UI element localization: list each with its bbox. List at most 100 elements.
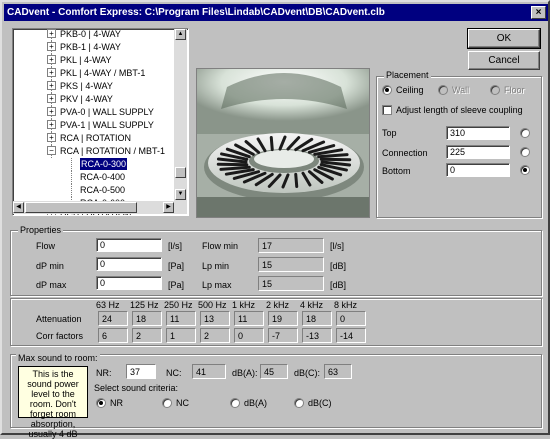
octave-cell: -7 — [268, 328, 298, 343]
connection-input[interactable]: 225 — [446, 145, 510, 159]
tree-connector-line — [71, 171, 72, 184]
criteria-dba-radio[interactable] — [230, 398, 240, 408]
tree-item-label: RCA | ROTATION — [60, 132, 131, 144]
bottom-input[interactable]: 0 — [446, 163, 510, 177]
expand-icon[interactable]: + — [47, 42, 56, 51]
expand-icon[interactable]: + — [47, 107, 56, 116]
tree-connector-line — [71, 158, 72, 171]
octave-cell: -14 — [336, 328, 366, 343]
sound-legend: Max sound to room: — [16, 352, 100, 364]
bottom-radio[interactable] — [520, 165, 530, 175]
adjust-sleeve-label: Adjust length of sleeve coupling — [396, 104, 523, 116]
lp-min-value: 15 — [258, 257, 324, 272]
diffuser-slot — [296, 174, 297, 186]
criteria-nr-label: NR — [110, 397, 123, 409]
expand-icon[interactable]: + — [47, 81, 56, 90]
product-image — [196, 68, 370, 218]
octave-cell: -13 — [302, 328, 332, 343]
band-header: 500 Hz — [198, 299, 227, 311]
expand-icon[interactable]: + — [47, 55, 56, 64]
octave-cell: 2 — [200, 328, 230, 343]
octave-cell: 0 — [234, 328, 264, 343]
tree-vertical-scrollbar[interactable]: ▲ ▼ — [174, 29, 187, 201]
octave-cell: 19 — [268, 311, 298, 326]
wall-label: Wall — [452, 84, 469, 96]
scroll-up-button[interactable]: ▲ — [175, 29, 186, 40]
tree-item-label: PKB-1 | 4-WAY — [60, 41, 121, 53]
ceiling-radio[interactable] — [382, 85, 392, 95]
nr-value: 37 — [126, 364, 156, 379]
tree-connector-line — [71, 184, 72, 197]
top-label: Top — [382, 127, 397, 139]
flow-input[interactable]: 0 — [96, 238, 162, 252]
horizontal-scroll-thumb[interactable] — [25, 202, 137, 213]
expand-icon[interactable]: + — [47, 68, 56, 77]
adjust-sleeve-checkbox[interactable] — [382, 105, 392, 115]
properties-legend: Properties — [18, 225, 63, 235]
dp-max-unit: [Pa] — [168, 279, 184, 291]
criteria-dbc-label: dB(C) — [308, 397, 332, 409]
connection-label: Connection — [382, 147, 428, 159]
lp-max-unit: [dB] — [330, 279, 346, 291]
scroll-thumb[interactable] — [175, 167, 186, 178]
top-radio[interactable] — [520, 128, 530, 138]
octave-cell: 18 — [302, 311, 332, 326]
nr-label: NR: — [96, 367, 112, 379]
band-header: 250 Hz — [164, 299, 193, 311]
diffuser-illustration — [197, 69, 370, 218]
bottom-label: Bottom — [382, 165, 411, 177]
dp-min-label: dP min — [36, 260, 64, 272]
band-header: 4 kHz — [300, 299, 323, 311]
connection-radio[interactable] — [520, 147, 530, 157]
expand-icon[interactable]: + — [47, 29, 56, 38]
octave-cell: 13 — [200, 311, 230, 326]
criteria-dba-label: dB(A) — [244, 397, 267, 409]
tree-item-label: RCA-0-400 — [80, 171, 125, 183]
dp-min-input[interactable]: 0 — [96, 257, 162, 271]
lp-max-value: 15 — [258, 276, 324, 291]
dialog-window: CADvent - Comfort Express: C:\Program Fi… — [0, 0, 550, 435]
expand-icon[interactable]: + — [47, 120, 56, 129]
diffuser-slot — [319, 155, 347, 157]
scroll-down-button[interactable]: ▼ — [175, 189, 186, 200]
tree-item-label: RCA-0-500 — [80, 184, 125, 196]
octave-cell: 0 — [336, 311, 366, 326]
dbc-value: 63 — [324, 364, 352, 379]
ok-button[interactable]: OK — [468, 29, 540, 48]
sound-info-box: This is the sound power level to the roo… — [18, 366, 88, 418]
octave-cell: 2 — [132, 328, 162, 343]
dba-label: dB(A): — [232, 367, 258, 379]
close-icon: × — [536, 7, 542, 18]
lp-max-label: Lp max — [202, 279, 232, 291]
scroll-right-button[interactable]: ▶ — [163, 202, 174, 213]
diffuser-slot — [271, 137, 272, 149]
tree-item-label: PKB-0 | 4-WAY — [60, 28, 121, 40]
product-tree[interactable]: + PKB-0 | 4-WAY + PKB-1 | 4-WAY + PKL | 4-WAY… — [12, 28, 189, 216]
criteria-nc-radio[interactable] — [162, 398, 172, 408]
criteria-dbc-radio[interactable] — [294, 398, 304, 408]
dp-max-input[interactable]: 0 — [96, 276, 162, 290]
tree-item-label: PKV | 4-WAY — [60, 93, 113, 105]
expand-icon[interactable]: + — [47, 94, 56, 103]
floor-label: Floor — [504, 84, 525, 96]
flow-label: Flow — [36, 240, 55, 252]
placement-legend: Placement — [384, 70, 431, 80]
scroll-left-button[interactable]: ◀ — [13, 202, 24, 213]
dp-min-unit: [Pa] — [168, 260, 184, 272]
tree-horizontal-scrollbar[interactable]: ◀ ▶ — [13, 201, 187, 214]
tree-item-label: PVA-0 | WALL SUPPLY — [60, 106, 154, 118]
band-header: 63 Hz — [96, 299, 120, 311]
octave-cell: 11 — [234, 311, 264, 326]
collapse-icon[interactable]: − — [47, 146, 56, 155]
flow-min-value: 17 — [258, 238, 324, 253]
octave-cell: 1 — [166, 328, 196, 343]
tree-item-label: PKL | 4-WAY / MBT-1 — [60, 67, 145, 79]
close-button[interactable]: × — [531, 6, 546, 19]
octave-cell: 6 — [98, 328, 128, 343]
criteria-nr-radio[interactable] — [96, 398, 106, 408]
dba-value: 45 — [260, 364, 288, 379]
top-input[interactable]: 310 — [446, 126, 510, 140]
expand-icon[interactable]: + — [47, 133, 56, 142]
cancel-button[interactable]: Cancel — [468, 51, 540, 70]
title-bar[interactable]: CADvent - Comfort Express: C:\Program Fi… — [4, 4, 548, 21]
